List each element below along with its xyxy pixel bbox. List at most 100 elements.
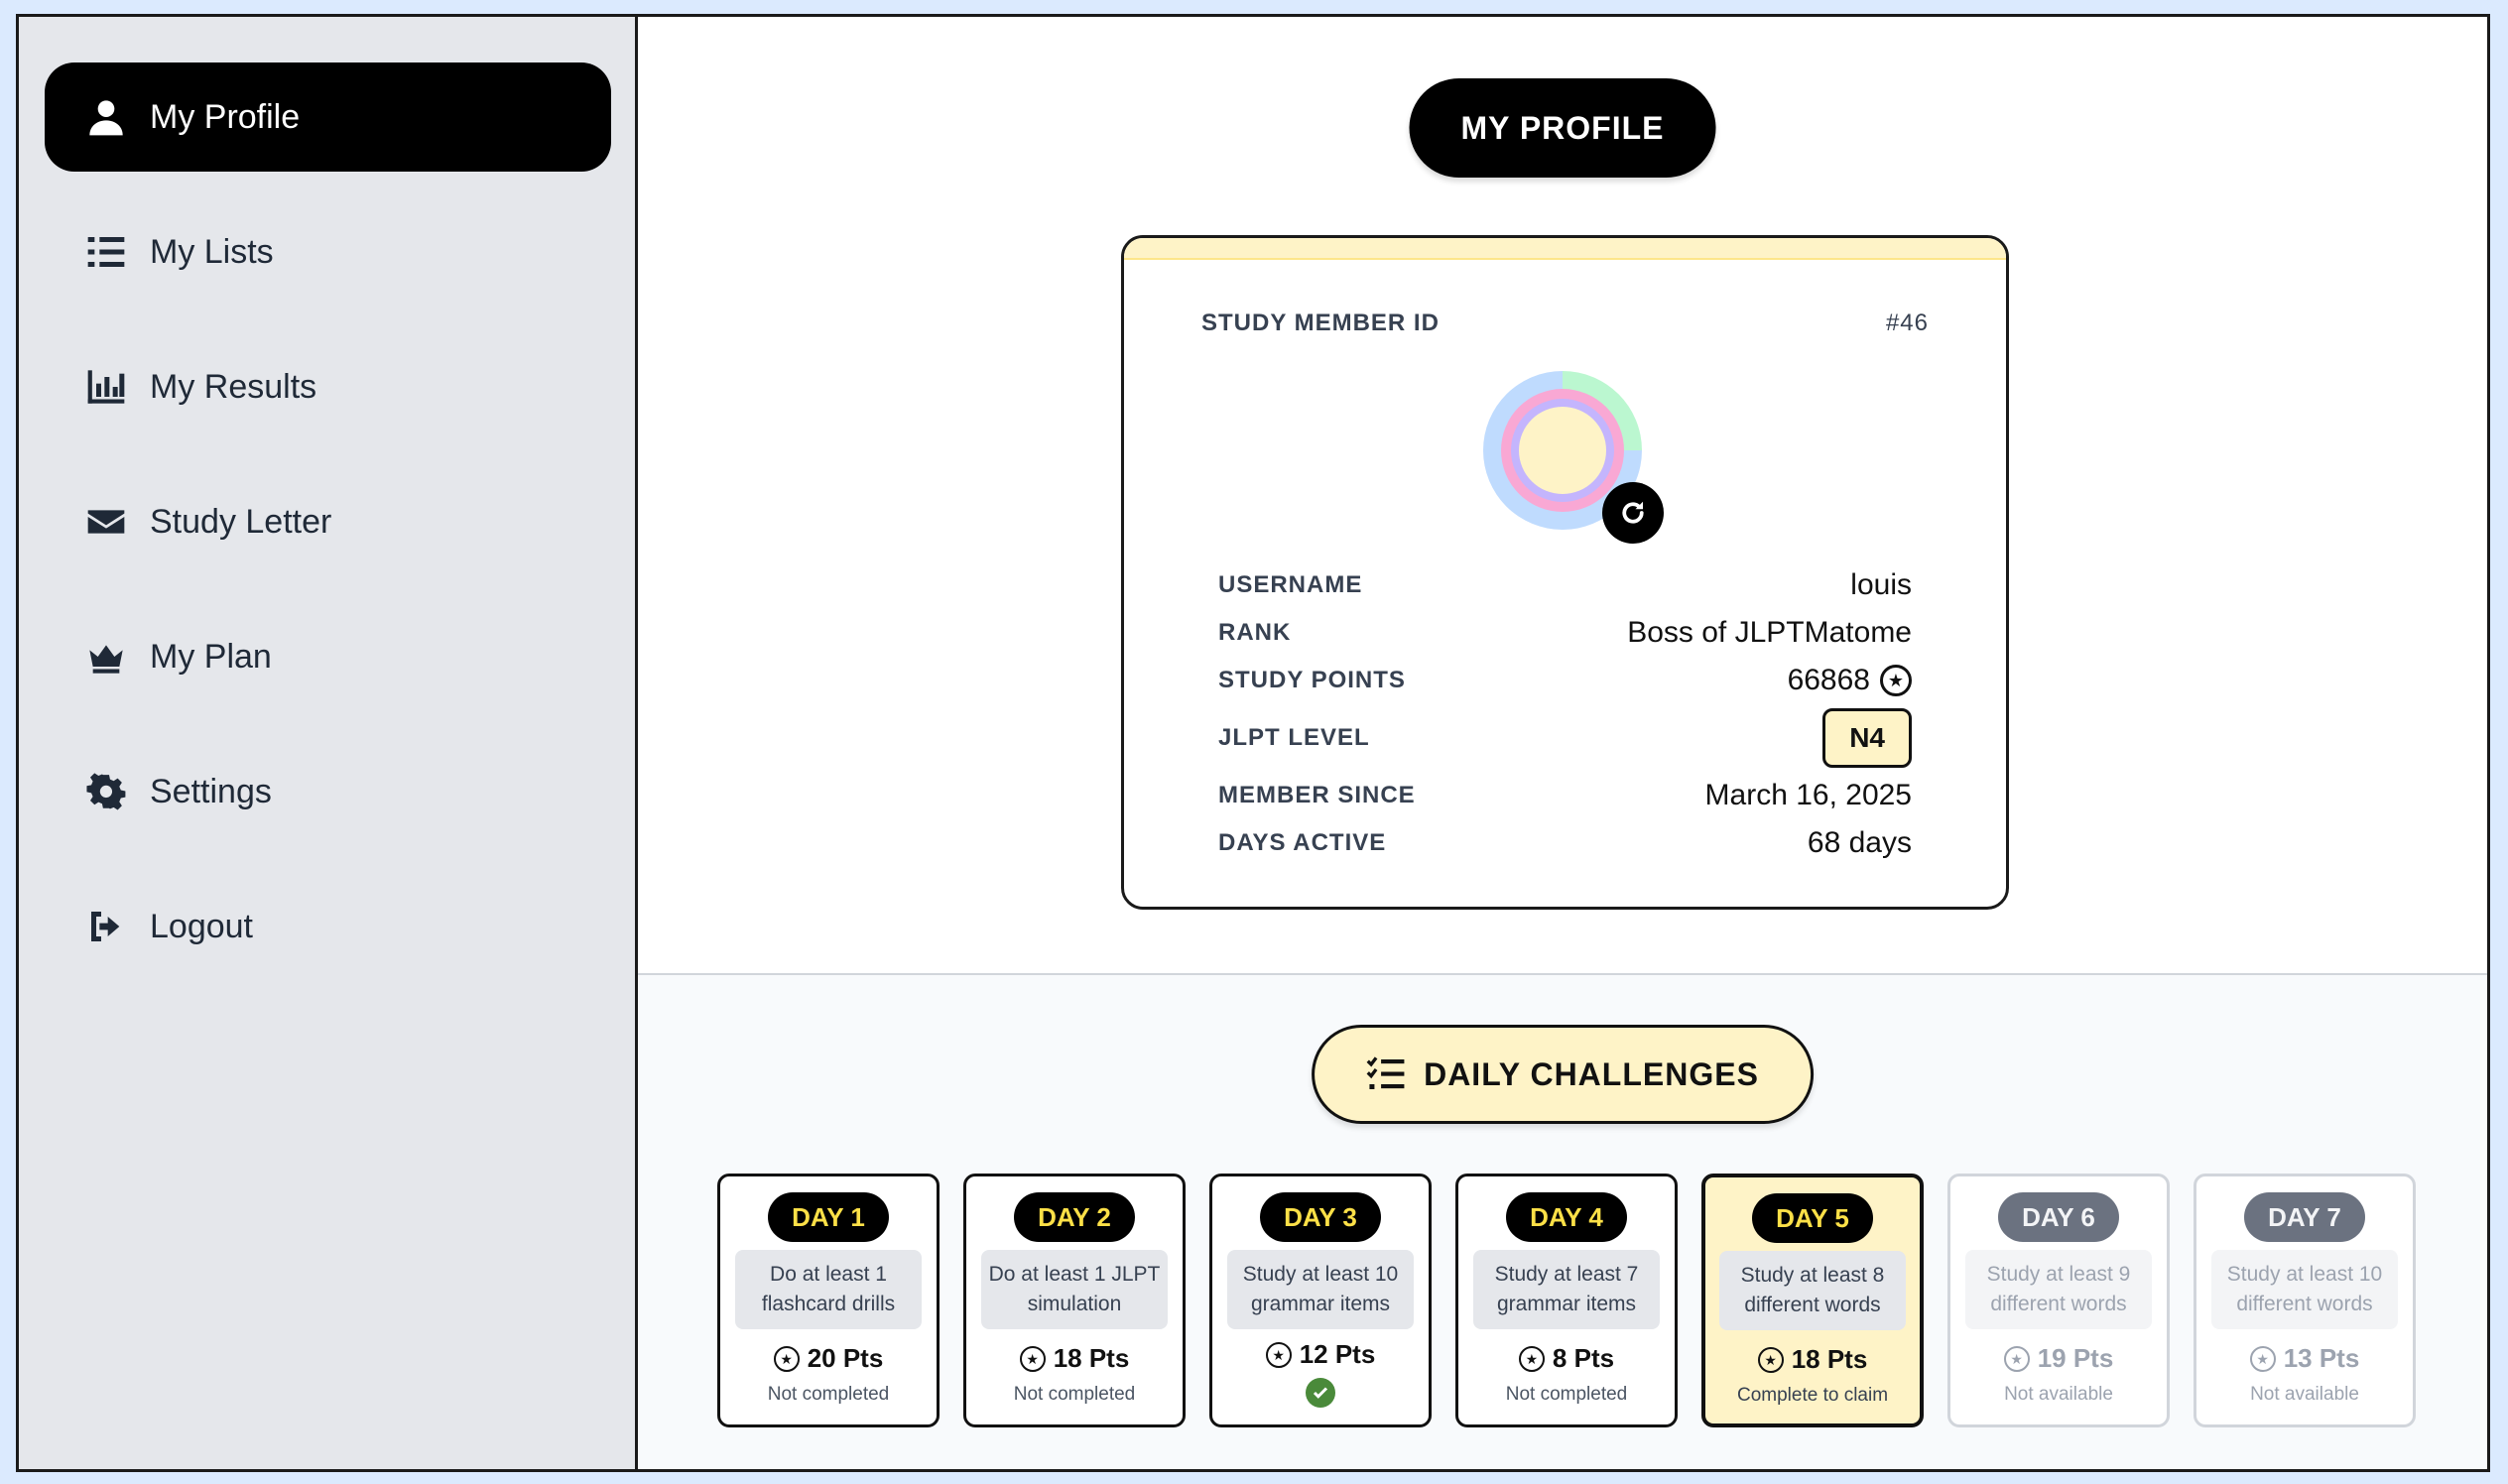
challenge-day-6: DAY 6 Study at least 9 different words ★… [1947,1174,2170,1427]
envelope-icon [84,500,128,544]
challenge-day-2[interactable]: DAY 2 Do at least 1 JLPT simulation ★ 18 … [963,1174,1186,1427]
sidebar-item-label: My Lists [150,232,274,271]
sidebar: My Profile My Lists My Results Study Let… [19,17,638,1469]
sidebar-item-label: Study Letter [150,502,332,541]
profile-details: USERNAME louis RANK Boss of JLPTMatome S… [1218,561,1912,867]
daily-challenges-button[interactable]: DAILY CHALLENGES [1312,1025,1814,1124]
challenge-day-5[interactable]: DAY 5 Study at least 8 different words ★… [1701,1174,1924,1427]
username-value: louis [1850,568,1912,601]
avatar-mid-ring [1501,389,1624,512]
member-id-label: STUDY MEMBER ID [1201,309,1440,336]
day-badge: DAY 1 [768,1192,889,1242]
member-since-row: MEMBER SINCE March 16, 2025 [1218,772,1912,819]
member-id-card: STUDY MEMBER ID #46 USERNAME louis RANK … [1121,235,2009,910]
points-value: 8 Pts [1552,1343,1615,1373]
list-icon [84,230,128,274]
sidebar-item-study-letter[interactable]: Study Letter [45,467,611,576]
user-icon [84,95,128,139]
rank-value: Boss of JLPTMatome [1627,616,1912,649]
day-badge: DAY 6 [1998,1192,2119,1242]
challenge-status: Complete to claim [1736,1385,1889,1406]
challenge-day-4[interactable]: DAY 4 Study at least 7 grammar items ★ 8 … [1455,1174,1678,1427]
study-points-row: STUDY POINTS 66868 ★ [1218,657,1912,704]
points-value: 18 Pts [1791,1344,1868,1374]
completed-check-icon [1306,1378,1335,1408]
challenge-points: ★ 19 Pts [2003,1343,2114,1374]
points-value: 13 Pts [2283,1343,2360,1373]
sidebar-item-logout[interactable]: Logout [45,872,611,981]
star-icon: ★ [1518,1345,1545,1372]
star-icon: ★ [1757,1346,1784,1373]
refresh-avatar-button[interactable] [1602,482,1664,544]
challenge-description: Do at least 1 JLPT simulation [981,1250,1168,1329]
day-badge: DAY 4 [1506,1192,1627,1242]
sidebar-item-label: My Plan [150,637,272,676]
challenge-points: ★ 20 Pts [773,1343,884,1374]
sidebar-item-my-plan[interactable]: My Plan [45,602,611,711]
rank-label: RANK [1218,619,1292,646]
day-badge: DAY 3 [1260,1192,1381,1242]
star-icon: ★ [1265,1341,1292,1368]
jlpt-level-row: JLPT LEVEL N4 [1218,704,1912,772]
jlpt-level-label: JLPT LEVEL [1218,724,1370,751]
study-points-number: 66868 [1787,664,1870,696]
refresh-icon [1622,501,1644,524]
day-badge: DAY 5 [1752,1193,1873,1243]
daily-challenges-title: DAILY CHALLENGES [1424,1055,1759,1092]
challenge-status: Not available [2004,1384,2113,1405]
sidebar-item-my-results[interactable]: My Results [45,332,611,441]
username-label: USERNAME [1218,571,1363,598]
star-icon: ★ [1880,665,1912,696]
challenge-status: Not completed [767,1384,890,1405]
challenge-points: ★ 13 Pts [2249,1343,2360,1374]
sidebar-item-my-lists[interactable]: My Lists [45,197,611,307]
challenge-description: Study at least 10 different words [2211,1250,2398,1329]
bar-chart-icon [84,365,128,409]
member-since-value: March 16, 2025 [1704,779,1912,811]
sidebar-item-settings[interactable]: Settings [45,737,611,846]
member-id-value: #46 [1885,309,1929,336]
jlpt-level-badge[interactable]: N4 [1822,708,1912,768]
challenge-day-7: DAY 7 Study at least 10 different words … [2194,1174,2416,1427]
page-title: MY PROFILE [1409,78,1716,178]
challenge-description: Study at least 10 grammar items [1227,1250,1414,1329]
challenge-points: ★ 8 Pts [1518,1343,1615,1374]
challenge-description: Study at least 7 grammar items [1473,1250,1660,1329]
challenge-description: Study at least 8 different words [1719,1251,1906,1330]
challenge-day-3[interactable]: DAY 3 Study at least 10 grammar items ★ 1… [1209,1174,1432,1427]
star-icon: ★ [1019,1345,1046,1372]
sidebar-item-label: Settings [150,772,272,810]
checklist-icon [1366,1056,1405,1089]
daily-challenges-section: DAILY CHALLENGES DAY 1 Do at least 1 fla… [638,975,2487,1469]
study-points-value: 66868 ★ [1788,664,1912,697]
challenge-day-1[interactable]: DAY 1 Do at least 1 flashcard drills ★ 20… [717,1174,940,1427]
points-value: 20 Pts [807,1343,884,1373]
challenge-points: ★ 12 Pts [1265,1339,1376,1370]
points-value: 19 Pts [2037,1343,2114,1373]
study-points-label: STUDY POINTS [1218,667,1406,693]
points-value: 18 Pts [1053,1343,1130,1373]
days-active-label: DAYS ACTIVE [1218,829,1387,856]
profile-section: MY PROFILE STUDY MEMBER ID #46 USERNAME … [638,17,2487,975]
challenge-status: Not completed [1013,1384,1136,1405]
points-value: 12 Pts [1299,1339,1376,1369]
main-content: MY PROFILE STUDY MEMBER ID #46 USERNAME … [638,17,2487,1469]
challenge-days: DAY 1 Do at least 1 flashcard drills ★ 20… [717,1174,2416,1427]
crown-icon [84,635,128,679]
card-top-strip [1124,238,2006,260]
challenge-points: ★ 18 Pts [1757,1344,1868,1375]
sidebar-item-label: My Results [150,367,317,406]
challenge-description: Study at least 9 different words [1965,1250,2152,1329]
days-active-row: DAYS ACTIVE 68 days [1218,819,1912,867]
star-icon: ★ [2003,1345,2030,1372]
star-icon: ★ [2249,1345,2276,1372]
day-badge: DAY 2 [1014,1192,1135,1242]
rank-row: RANK Boss of JLPTMatome [1218,609,1912,657]
avatar-core [1519,407,1606,494]
username-row: USERNAME louis [1218,561,1912,609]
member-since-label: MEMBER SINCE [1218,782,1416,808]
challenge-points: ★ 18 Pts [1019,1343,1130,1374]
sidebar-item-my-profile[interactable]: My Profile [45,62,611,172]
avatar [1483,371,1664,544]
avatar-inner-ring [1511,399,1614,502]
